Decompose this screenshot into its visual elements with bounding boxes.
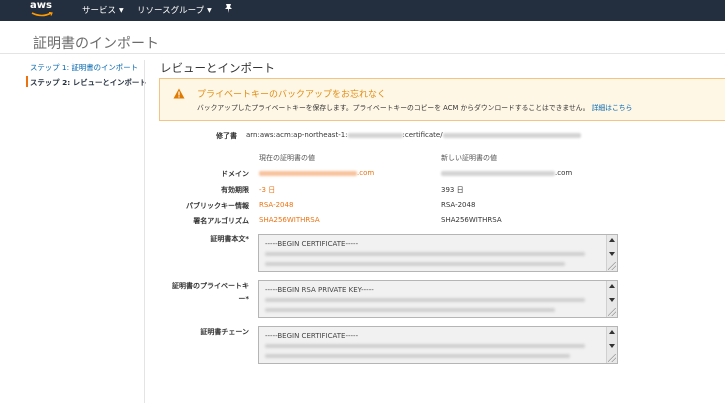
domain-label: ドメイン: [221, 170, 249, 178]
scroll-up-icon[interactable]: [609, 330, 615, 334]
scroll-down-icon[interactable]: [609, 298, 615, 302]
signature-algorithm-current: SHA256WITHRSA: [259, 216, 320, 224]
private-key-warning: プライベートキーのバックアップをお忘れなく バックアップしたプライベートキーを保…: [159, 78, 725, 121]
chevron-down-icon: ▼: [119, 7, 124, 14]
chevron-down-icon: ▼: [207, 7, 212, 14]
nav-services-menu[interactable]: サービス ▼: [82, 4, 124, 16]
certificate-body-textarea[interactable]: -----BEGIN CERTIFICATE-----: [258, 234, 618, 272]
resize-handle-icon[interactable]: [608, 354, 616, 362]
redacted-text-line: [265, 344, 585, 348]
pin-icon[interactable]: [224, 3, 233, 14]
arn-label: 修了書: [216, 132, 237, 140]
step-1-link[interactable]: ステップ 1: 証明書のインポート: [30, 62, 138, 73]
certificate-body-label: 証明書本文*: [210, 235, 249, 243]
certificate-chain-textarea[interactable]: -----BEGIN CERTIFICATE-----: [258, 326, 618, 364]
aws-smile-icon: [31, 12, 53, 17]
domain-new-suffix: .com: [555, 169, 573, 177]
arn-value: arn:aws:acm:ap-northeast-1: :certificate/: [246, 131, 581, 139]
arn-mid: :certificate/: [402, 131, 443, 139]
nav-services-label: サービス: [82, 6, 117, 16]
sidebar-divider: [144, 60, 145, 403]
scroll-up-icon[interactable]: [609, 238, 615, 242]
domain-new: .com: [441, 169, 572, 177]
aws-logo-text: aws: [30, 0, 52, 11]
public-key-label: パブリックキー情報: [186, 202, 249, 210]
certificate-chain-label: 証明書チェーン: [200, 328, 249, 336]
active-step-indicator: [26, 76, 28, 87]
expiry-current: -3 日: [259, 186, 276, 194]
arn-prefix: arn:aws:acm:ap-northeast-1:: [246, 131, 348, 139]
redacted-text-line: [265, 252, 585, 256]
redacted-text-line: [265, 354, 570, 358]
new-value-header: 新しい証明書の値: [441, 154, 497, 162]
domain-current: .com: [259, 169, 374, 177]
header-divider: [0, 53, 725, 54]
signature-algorithm-label: 署名アルゴリズム: [193, 217, 249, 225]
alert-body: バックアップしたプライベートキーを保存します。プライベートキーのコピーを ACM…: [197, 102, 632, 112]
private-key-label: 証明書のプライベートキ ー*: [172, 281, 249, 304]
learn-more-link[interactable]: 詳細はこちら: [592, 104, 633, 112]
redacted-domain-new: [441, 170, 555, 176]
scroll-up-icon[interactable]: [609, 284, 615, 288]
private-key-textarea[interactable]: -----BEGIN RSA PRIVATE KEY-----: [258, 280, 618, 318]
scroll-down-icon[interactable]: [609, 252, 615, 256]
private-key-label-line1: 証明書のプライベートキ: [172, 282, 249, 290]
alert-title: プライベートキーのバックアップをお忘れなく: [197, 90, 387, 100]
public-key-current: RSA-2048: [259, 201, 294, 209]
redacted-account-id: [347, 132, 403, 138]
scroll-down-icon[interactable]: [609, 344, 615, 348]
redacted-text-line: [265, 262, 565, 266]
domain-current-suffix: .com: [357, 169, 375, 177]
alert-body-text: バックアップしたプライベートキーを保存します。プライベートキーのコピーを ACM…: [197, 104, 590, 112]
expiry-new: 393 日: [441, 186, 464, 194]
redacted-text-line: [265, 308, 555, 312]
redacted-certificate-id: [442, 132, 581, 138]
section-title: レビューとインポート: [160, 61, 275, 75]
nav-resource-groups-menu[interactable]: リソースグループ ▼: [137, 4, 212, 16]
public-key-new: RSA-2048: [441, 201, 476, 209]
top-nav-bar: aws サービス ▼ リソースグループ ▼: [0, 0, 725, 21]
redacted-text-line: [265, 298, 585, 302]
certificate-body-value: -----BEGIN CERTIFICATE-----: [265, 240, 359, 248]
page-title: 証明書のインポート: [33, 36, 159, 52]
certificate-chain-value: -----BEGIN CERTIFICATE-----: [265, 332, 359, 340]
expiry-label: 有効期限: [221, 186, 249, 194]
warning-icon: [173, 88, 185, 99]
aws-logo[interactable]: aws: [30, 1, 54, 20]
private-key-label-line2: ー*: [238, 295, 249, 303]
private-key-value: -----BEGIN RSA PRIVATE KEY-----: [265, 286, 374, 294]
resize-handle-icon[interactable]: [608, 262, 616, 270]
current-value-header: 現在の証明書の値: [259, 154, 315, 162]
resize-handle-icon[interactable]: [608, 308, 616, 316]
redacted-domain-current: [259, 170, 357, 176]
signature-algorithm-new: SHA256WITHRSA: [441, 216, 502, 224]
step-2-current: ステップ 2: レビューとインポート: [30, 78, 147, 87]
nav-resource-groups-label: リソースグループ: [137, 6, 205, 16]
